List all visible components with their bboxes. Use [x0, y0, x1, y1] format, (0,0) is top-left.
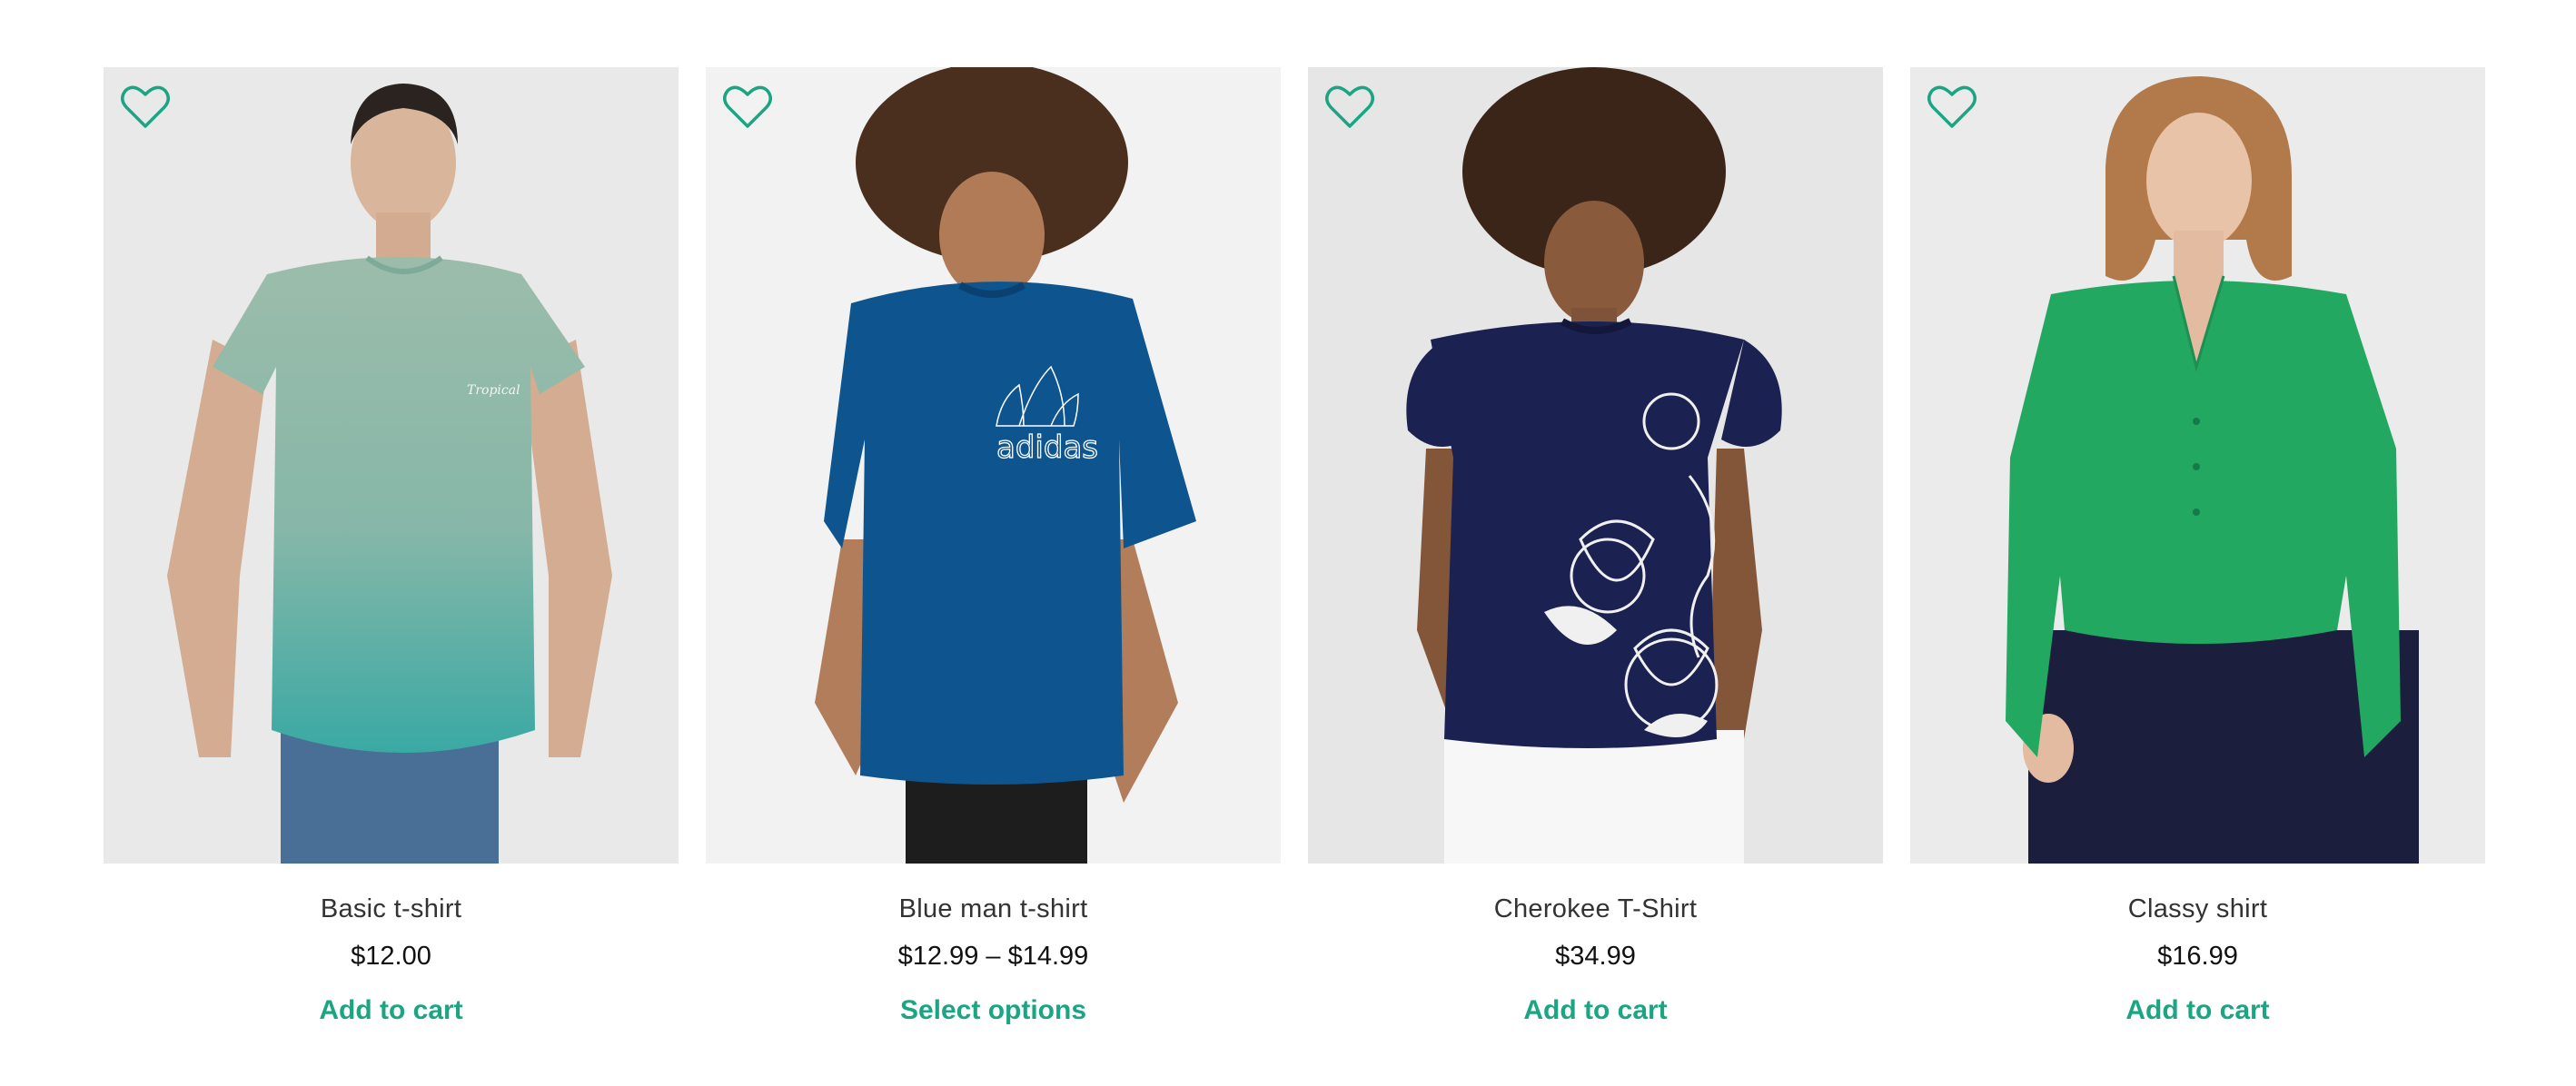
product-photo-basic-t-shirt: Tropical	[104, 67, 679, 864]
product-name[interactable]: Cherokee T-Shirt	[1494, 891, 1697, 927]
product-card: Classy shirt $16.99 Add to cart	[1910, 67, 2485, 1029]
product-price: $12.99 – $14.99	[897, 942, 1089, 971]
add-to-cart-button[interactable]: Add to cart	[1523, 992, 1667, 1029]
product-name[interactable]: Basic t-shirt	[321, 891, 461, 927]
product-image[interactable]	[1910, 67, 2485, 864]
wishlist-heart-icon[interactable]	[722, 84, 773, 131]
product-card: Cherokee T-Shirt $34.99 Add to cart	[1308, 67, 1883, 1029]
wishlist-heart-icon[interactable]	[1927, 84, 1977, 131]
product-photo-cherokee-t-shirt	[1308, 67, 1883, 864]
product-card: Tropical Basic t-shirt $12.00 Add to car…	[104, 67, 679, 1029]
product-photo-blue-man-t-shirt: adidas	[706, 67, 1281, 864]
product-image[interactable]: Tropical	[104, 67, 679, 864]
product-price: $34.99	[1555, 942, 1636, 971]
add-to-cart-button[interactable]: Add to cart	[2125, 992, 2269, 1029]
product-card: adidas Blue man t-shirt $12.99 – $14.99 …	[706, 67, 1281, 1029]
select-options-button[interactable]: Select options	[900, 992, 1086, 1029]
wishlist-heart-icon[interactable]	[120, 84, 171, 131]
wishlist-heart-icon[interactable]	[1324, 84, 1375, 131]
product-grid: Tropical Basic t-shirt $12.00 Add to car…	[104, 67, 2485, 1029]
svg-text:adidas: adidas	[996, 429, 1098, 466]
add-to-cart-button[interactable]: Add to cart	[319, 992, 462, 1029]
product-name[interactable]: Blue man t-shirt	[899, 891, 1088, 927]
product-image[interactable]: adidas	[706, 67, 1281, 864]
product-price: $16.99	[2157, 942, 2238, 971]
product-name[interactable]: Classy shirt	[2128, 891, 2267, 927]
product-image[interactable]	[1308, 67, 1883, 864]
product-photo-classy-shirt	[1910, 67, 2485, 864]
product-price: $12.00	[351, 942, 431, 971]
svg-text:Tropical: Tropical	[467, 383, 520, 398]
